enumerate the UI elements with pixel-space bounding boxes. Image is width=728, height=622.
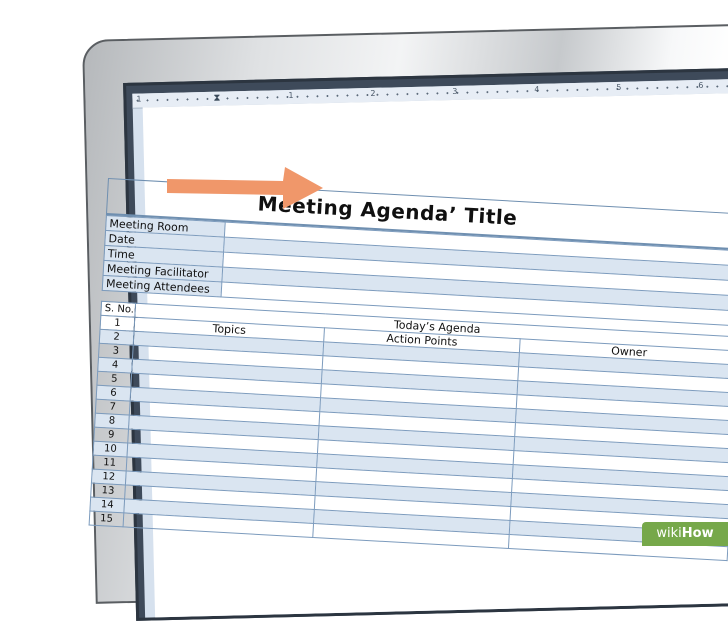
ruler-number: 6 bbox=[698, 80, 704, 90]
wikihow-badge: wikiHow bbox=[642, 522, 728, 546]
ruler-number: 1 bbox=[136, 94, 142, 104]
ruler-number: 4 bbox=[534, 84, 540, 94]
agenda-table: S. No. Today’s Agenda 1 Topics Action Po… bbox=[89, 301, 728, 561]
ruler-number: 1 bbox=[288, 90, 294, 100]
badge-wiki-text: wiki bbox=[656, 526, 682, 541]
ruler-number: 2 bbox=[370, 88, 376, 98]
badge-how-text: How bbox=[681, 526, 714, 541]
agenda-document[interactable]: Meeting Agenda’ Title Meeting Room Date Ti… bbox=[89, 178, 728, 561]
pointer-arrow-icon bbox=[167, 167, 323, 209]
ruler-number: 3 bbox=[452, 86, 458, 96]
ruler-number: 5 bbox=[616, 82, 622, 92]
row-number: 15 bbox=[89, 511, 124, 527]
